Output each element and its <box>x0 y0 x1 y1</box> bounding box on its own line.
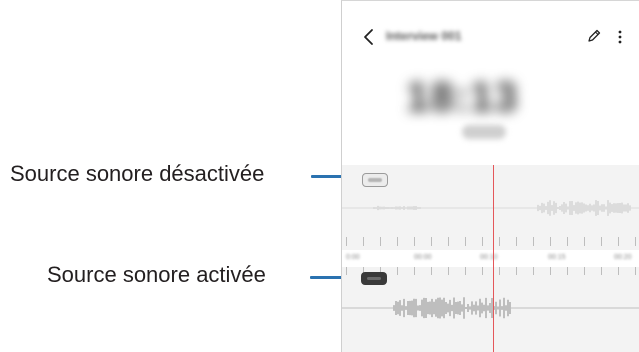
ruler-tick <box>584 237 585 246</box>
ruler-label: 00:15 <box>548 254 566 261</box>
timer-subtitle <box>462 125 506 139</box>
ruler-tick <box>601 267 602 275</box>
ruler-tick <box>533 237 534 246</box>
ruler-tick <box>414 267 415 275</box>
ruler-tick <box>448 237 449 246</box>
ruler-tick <box>584 267 585 275</box>
voice-recorder-screen: Interview 001 18:13 0:00 00:00 00:10 00:… <box>341 0 639 352</box>
ruler-tick <box>635 237 636 246</box>
ruler-tick <box>618 267 619 275</box>
chevron-left-icon[interactable] <box>362 28 376 46</box>
ruler-tick <box>533 267 534 275</box>
sound-source-off-button[interactable] <box>362 173 388 187</box>
ruler-label: 00:20 <box>614 254 632 261</box>
pencil-icon[interactable] <box>586 28 602 44</box>
ruler-tick <box>601 237 602 246</box>
ruler-tick <box>363 237 364 246</box>
ruler-tick <box>346 267 347 275</box>
ruler-tick <box>516 237 517 246</box>
waveform-active <box>342 297 639 319</box>
ruler-tick <box>550 267 551 275</box>
more-vertical-icon[interactable] <box>617 28 623 46</box>
speaker-on-indicator <box>367 277 381 280</box>
ruler-tick <box>482 267 483 275</box>
elapsed-time: 18:13 <box>406 73 519 120</box>
ruler-tick <box>431 267 432 275</box>
ruler-tick <box>431 237 432 246</box>
speaker-off-indicator <box>368 178 382 182</box>
recording-title: Interview 001 <box>386 29 462 43</box>
ruler-tick <box>635 267 636 275</box>
ruler-tick <box>550 237 551 246</box>
ruler-tick <box>567 267 568 275</box>
ruler-tick <box>499 237 500 246</box>
playhead[interactable] <box>493 165 494 352</box>
sound-source-on-button[interactable] <box>361 272 387 285</box>
callout-source-on-label: Source sonore activée <box>47 262 266 287</box>
ruler-tick <box>465 267 466 275</box>
ruler-tick <box>414 237 415 246</box>
ruler-tick <box>346 237 347 246</box>
ruler-tick <box>448 267 449 275</box>
ruler-tick <box>618 237 619 246</box>
ruler-tick <box>465 237 466 246</box>
ruler-tick <box>397 267 398 275</box>
waveform-muted <box>342 200 639 216</box>
ruler-tick <box>567 237 568 246</box>
ruler-label: 00:00 <box>414 254 432 261</box>
callout-source-off-label: Source sonore désactivée <box>10 161 265 186</box>
ruler-tick <box>499 267 500 275</box>
ruler-tick <box>380 237 381 246</box>
ruler-tick <box>397 237 398 246</box>
ruler-label: 00:10 <box>480 254 498 261</box>
ruler-label: 0:00 <box>346 254 360 261</box>
ruler-tick <box>482 237 483 246</box>
ruler-tick <box>516 267 517 275</box>
